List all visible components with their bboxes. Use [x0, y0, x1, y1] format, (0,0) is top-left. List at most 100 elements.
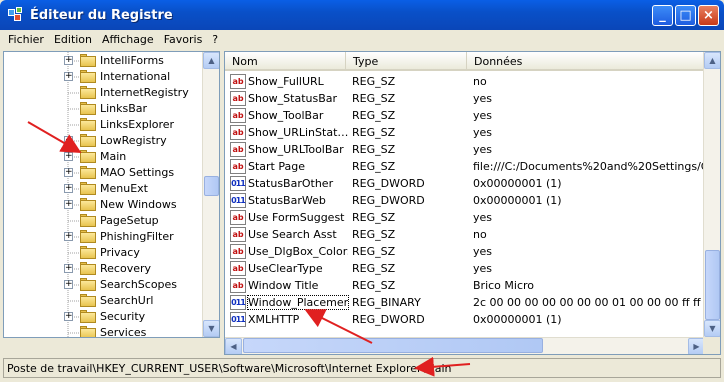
- tree-item[interactable]: Privacy: [4, 245, 204, 261]
- folder-icon: [80, 54, 96, 67]
- expand-plus-icon[interactable]: +: [64, 200, 73, 209]
- expand-plus-icon[interactable]: +: [64, 152, 73, 161]
- menu-help[interactable]: ?: [207, 33, 223, 46]
- title-bar[interactable]: Éditeur du Registre _ □ ×: [0, 0, 724, 30]
- tree-item-label: SearchUrl: [100, 294, 154, 307]
- expand-plus-icon[interactable]: +: [64, 232, 73, 241]
- tree-item[interactable]: PageSetup: [4, 213, 204, 229]
- value-row[interactable]: ab Show_URLinStat… REG_SZ yes: [225, 124, 705, 141]
- value-row[interactable]: 011 StatusBarOther REG_DWORD 0x00000001 (1): [225, 175, 705, 192]
- value-row[interactable]: ab Show_URLToolBar REG_SZ yes: [225, 141, 705, 158]
- tree-item[interactable]: + Recovery: [4, 261, 204, 277]
- binary-value-icon: 011: [230, 193, 246, 208]
- string-value-icon: ab: [230, 108, 246, 123]
- scroll-down-arrow-icon[interactable]: ▼: [704, 320, 720, 337]
- list-scroll-thumb[interactable]: [705, 250, 720, 320]
- value-type: REG_BINARY: [352, 296, 421, 309]
- expand-plus-icon[interactable]: +: [64, 184, 73, 193]
- folder-icon: [80, 70, 96, 83]
- expand-plus-icon[interactable]: +: [64, 312, 73, 321]
- value-name: StatusBarOther: [248, 177, 334, 190]
- tree-vertical-scrollbar[interactable]: ▲ ▼: [202, 52, 219, 337]
- tree-item-label: MenuExt: [100, 182, 148, 195]
- tree-item-label: IntelliForms: [100, 54, 164, 67]
- value-type: REG_SZ: [352, 92, 396, 105]
- folder-icon: [80, 278, 96, 291]
- tree-item[interactable]: Services: [4, 325, 204, 337]
- expand-plus-icon[interactable]: +: [64, 168, 73, 177]
- value-row[interactable]: 011 Window_Placement REG_BINARY 2c 00 00 00…: [225, 294, 705, 311]
- tree-item[interactable]: + SearchScopes: [4, 277, 204, 293]
- value-row[interactable]: ab Window Title REG_SZ Brico Micro: [225, 277, 705, 294]
- close-button[interactable]: ×: [698, 5, 719, 26]
- value-row[interactable]: ab Show_FullURL REG_SZ no: [225, 73, 705, 90]
- scroll-left-arrow-icon[interactable]: ◀: [225, 338, 242, 354]
- minimize-button[interactable]: _: [652, 5, 673, 26]
- tree-scroll-thumb[interactable]: [204, 176, 219, 196]
- value-type: REG_SZ: [352, 245, 396, 258]
- value-row[interactable]: 011 XMLHTTP REG_DWORD 0x00000001 (1): [225, 311, 705, 328]
- value-row[interactable]: ab Use_DlgBox_Colors REG_SZ yes: [225, 243, 705, 260]
- folder-icon: [80, 262, 96, 275]
- value-name: StatusBarWeb: [248, 194, 326, 207]
- tree-item-label: LinksExplorer: [100, 118, 175, 131]
- value-data: yes: [473, 92, 493, 105]
- column-header-type[interactable]: Type: [346, 52, 467, 71]
- tree-item[interactable]: + MAO Settings: [4, 165, 204, 181]
- tree-item[interactable]: LinksBar: [4, 101, 204, 117]
- menu-fichier[interactable]: Fichier: [3, 33, 49, 46]
- window-title: Éditeur du Registre: [30, 7, 173, 23]
- tree-item[interactable]: LinksExplorer: [4, 117, 204, 133]
- list-vertical-scrollbar[interactable]: ▲ ▼: [703, 52, 720, 337]
- value-row[interactable]: ab Use Search Asst REG_SZ no: [225, 226, 705, 243]
- registry-key-tree[interactable]: + IntelliForms + International InternetRegis…: [3, 51, 220, 338]
- registry-values-list[interactable]: Nom Type Données ab Show_FullURL REG_SZ no a…: [224, 51, 721, 355]
- tree-item-label: InternetRegistry: [100, 86, 189, 99]
- scroll-down-arrow-icon[interactable]: ▼: [203, 320, 219, 337]
- tree-item[interactable]: + MenuExt: [4, 181, 204, 197]
- tree-item[interactable]: + LowRegistry: [4, 133, 204, 149]
- tree-item-label: International: [100, 70, 171, 83]
- expand-plus-icon[interactable]: +: [64, 280, 73, 289]
- scroll-up-arrow-icon[interactable]: ▲: [203, 52, 219, 69]
- tree-item[interactable]: + PhishingFilter: [4, 229, 204, 245]
- menu-favoris[interactable]: Favoris: [159, 33, 208, 46]
- tree-item[interactable]: SearchUrl: [4, 293, 204, 309]
- value-name: Show_URLToolBar: [248, 143, 344, 156]
- string-value-icon: ab: [230, 74, 246, 89]
- maximize-button[interactable]: □: [675, 5, 696, 26]
- tree-item-label: Recovery: [100, 262, 152, 275]
- tree-item[interactable]: + Main: [4, 149, 204, 165]
- tree-item[interactable]: + International: [4, 69, 204, 85]
- scroll-up-arrow-icon[interactable]: ▲: [704, 52, 720, 69]
- tree-item[interactable]: InternetRegistry: [4, 85, 204, 101]
- tree-item[interactable]: + Security: [4, 309, 204, 325]
- expand-plus-icon[interactable]: +: [64, 72, 73, 81]
- value-type: REG_DWORD: [352, 194, 425, 207]
- value-row[interactable]: 011 StatusBarWeb REG_DWORD 0x00000001 (1): [225, 192, 705, 209]
- value-row[interactable]: ab Show_StatusBar REG_SZ yes: [225, 90, 705, 107]
- menu-edition[interactable]: Edition: [49, 33, 97, 46]
- status-key-path: Poste de travail\HKEY_CURRENT_USER\Softw…: [7, 361, 452, 375]
- column-header-data[interactable]: Données: [467, 52, 705, 71]
- expand-plus-icon[interactable]: +: [64, 264, 73, 273]
- value-data: no: [473, 75, 487, 88]
- value-row[interactable]: ab Use FormSuggest REG_SZ yes: [225, 209, 705, 226]
- list-hscroll-thumb[interactable]: [243, 338, 543, 353]
- tree-item-label: SearchScopes: [100, 278, 178, 291]
- expand-plus-icon[interactable]: +: [64, 56, 73, 65]
- expand-plus-icon[interactable]: +: [64, 136, 73, 145]
- value-row[interactable]: ab UseClearType REG_SZ yes: [225, 260, 705, 277]
- column-header-name[interactable]: Nom: [225, 52, 346, 71]
- value-row[interactable]: ab Show_ToolBar REG_SZ yes: [225, 107, 705, 124]
- list-horizontal-scrollbar[interactable]: ◀ ▶: [225, 337, 705, 354]
- folder-icon: [80, 150, 96, 163]
- tree-item[interactable]: + IntelliForms: [4, 53, 204, 69]
- value-data: yes: [473, 262, 493, 275]
- menu-affichage[interactable]: Affichage: [97, 33, 159, 46]
- string-value-icon: ab: [230, 142, 246, 157]
- tree-item[interactable]: + New Windows: [4, 197, 204, 213]
- value-row[interactable]: ab Start Page REG_SZ file:///C:/Documents%2…: [225, 158, 705, 175]
- value-name: Window_Placement: [247, 295, 349, 310]
- string-value-icon: ab: [230, 244, 246, 259]
